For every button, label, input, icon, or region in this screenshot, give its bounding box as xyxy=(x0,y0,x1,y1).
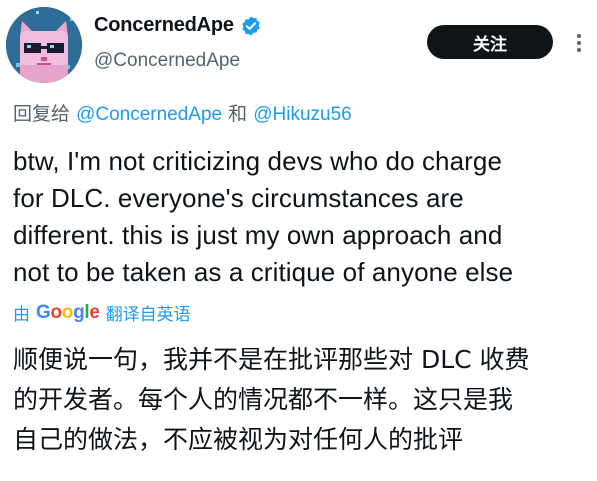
translated-text: 顺便说一句，我并不是在批评那些对 DLC 收费 的开发者。每个人的情况都不一样。… xyxy=(13,340,593,460)
translation-prefix: 由 xyxy=(13,305,30,325)
verified-badge-icon xyxy=(242,15,260,36)
reply-prefix: 回复给 xyxy=(13,103,71,125)
tweet-text: btw, I'm not criticizing devs who do cha… xyxy=(13,143,593,291)
avatar[interactable] xyxy=(6,7,82,83)
google-logo: Google xyxy=(36,301,100,323)
more-vertical-icon xyxy=(577,34,581,52)
mention-link-hikuzu56[interactable]: @Hikuzu56 xyxy=(253,104,352,125)
follow-button[interactable]: 关注 xyxy=(427,25,553,59)
more-options-button[interactable] xyxy=(571,32,587,54)
pixel-cat-avatar-icon xyxy=(6,7,82,83)
tweet-text-line: btw, I'm not criticizing devs who do cha… xyxy=(13,146,503,176)
translated-text-line: 的开发者。每个人的情况都不一样。这只是我 xyxy=(13,385,514,414)
translated-text-line: 顺便说一句，我并不是在批评那些对 DLC 收费 xyxy=(13,345,530,374)
tweet-text-line: not to be taken as a critique of anyone … xyxy=(13,257,514,287)
author-display-name[interactable]: ConcernedApe xyxy=(94,14,234,37)
translation-attribution[interactable]: 由 Google 翻译自英语 xyxy=(13,300,191,326)
translation-suffix: 翻译自英语 xyxy=(105,305,191,325)
author-handle[interactable]: @ConcernedApe xyxy=(94,50,240,72)
mention-link-concernedape[interactable]: @ConcernedApe xyxy=(76,104,222,125)
reply-conjunction: 和 xyxy=(228,103,248,125)
tweet-text-line: different. this is just my own approach … xyxy=(13,220,503,250)
tweet-text-line: for DLC. everyone's circumstances are xyxy=(13,183,464,213)
translated-text-line: 自己的做法，不应被视为对任何人的批评 xyxy=(13,425,464,454)
reply-context: 回复给 @ConcernedApe 和 @Hikuzu56 xyxy=(13,99,352,126)
author-name-row: ConcernedApe xyxy=(94,14,262,37)
